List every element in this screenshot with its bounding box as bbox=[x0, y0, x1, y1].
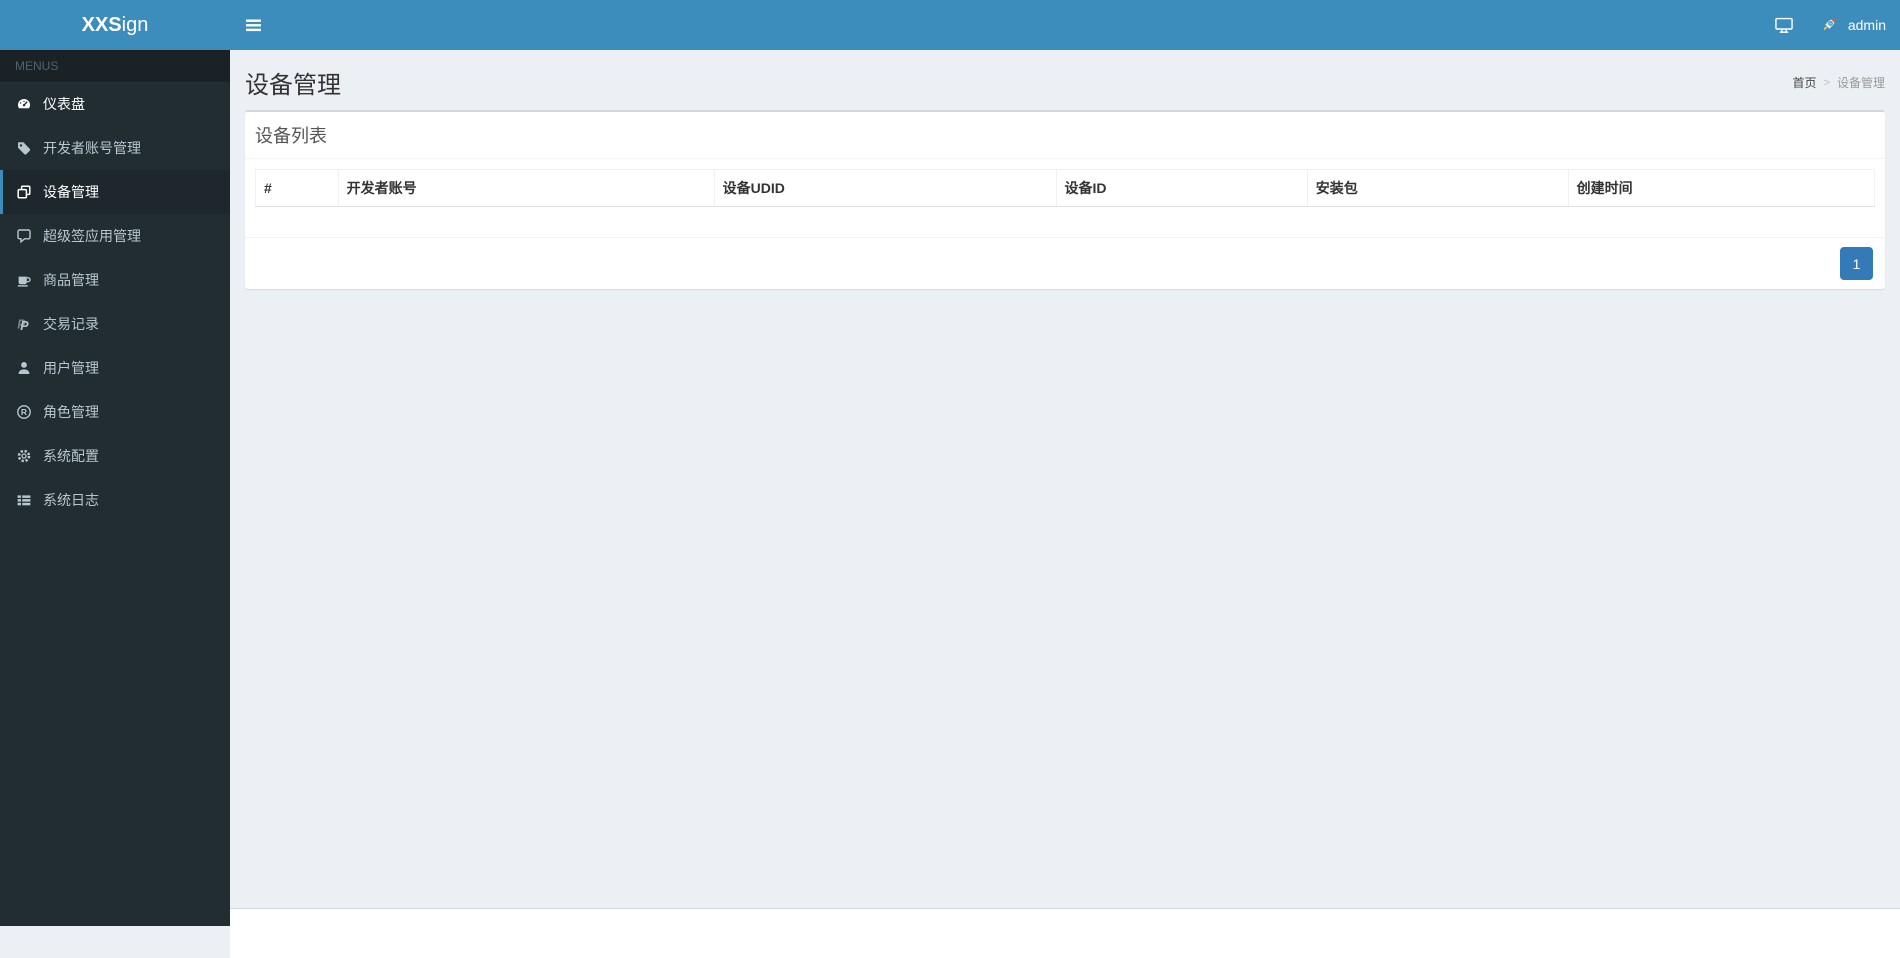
sidebar-item-label: 仪表盘 bbox=[43, 94, 85, 114]
app-logo-bold: XXS bbox=[82, 14, 122, 37]
hamburger-icon bbox=[244, 17, 262, 33]
table-header-row: # 开发者账号 设备UDID 设备ID 安装包 创建时间 bbox=[256, 170, 1875, 207]
page-1-button[interactable]: 1 bbox=[1840, 247, 1873, 280]
sidebar-item-label: 开发者账号管理 bbox=[43, 138, 141, 158]
sidebar-item-transactions[interactable]: PP 交易记录 bbox=[0, 302, 230, 346]
content-header: 设备管理 首页 > 设备管理 bbox=[230, 50, 1900, 108]
navbar-right: admin bbox=[1761, 0, 1900, 50]
column-header-device-udid: 设备UDID bbox=[714, 170, 1056, 207]
sidebar: MENUS 仪表盘 开发者账号管理 设备管理 超级签应用管理 bbox=[0, 50, 230, 926]
column-header-install-package: 安装包 bbox=[1307, 170, 1568, 207]
app-logo[interactable]: XXSign bbox=[0, 0, 230, 50]
sidebar-item-label: 超级签应用管理 bbox=[43, 226, 141, 246]
fullscreen-button[interactable] bbox=[1761, 0, 1807, 50]
sidebar-item-dashboard[interactable]: 仪表盘 bbox=[0, 82, 230, 126]
sidebar-item-system-config[interactable]: 系统配置 bbox=[0, 434, 230, 478]
svg-text:P: P bbox=[20, 319, 29, 332]
breadcrumb-current: 设备管理 bbox=[1837, 74, 1885, 91]
sidebar-menu: 仪表盘 开发者账号管理 设备管理 超级签应用管理 商品管理 PP bbox=[0, 82, 230, 522]
breadcrumb: 首页 > 设备管理 bbox=[1793, 74, 1885, 91]
device-table: # 开发者账号 设备UDID 设备ID 安装包 创建时间 bbox=[255, 169, 1875, 207]
app-logo-rest: ign bbox=[122, 14, 149, 37]
username-label: admin bbox=[1848, 17, 1886, 33]
sidebar-toggle-button[interactable] bbox=[230, 0, 276, 50]
sidebar-item-label: 设备管理 bbox=[43, 182, 99, 202]
navbar: admin bbox=[230, 0, 1900, 50]
page-footer bbox=[230, 908, 1900, 958]
device-table-head: # 开发者账号 设备UDID 设备ID 安装包 创建时间 bbox=[256, 170, 1875, 207]
sidebar-item-developer-accounts[interactable]: 开发者账号管理 bbox=[0, 126, 230, 170]
column-header-index: # bbox=[256, 170, 339, 207]
comment-icon bbox=[15, 228, 33, 244]
sidebar-item-label: 角色管理 bbox=[43, 402, 99, 422]
sidebar-item-system-logs[interactable]: 系统日志 bbox=[0, 478, 230, 522]
list-icon bbox=[15, 492, 33, 508]
sidebar-item-label: 交易记录 bbox=[43, 314, 99, 334]
column-header-created-time: 创建时间 bbox=[1568, 170, 1874, 207]
sidebar-item-products[interactable]: 商品管理 bbox=[0, 258, 230, 302]
breadcrumb-separator: > bbox=[1824, 77, 1830, 89]
gear-icon bbox=[15, 448, 33, 464]
sidebar-item-label: 系统日志 bbox=[43, 490, 99, 510]
page-title: 设备管理 bbox=[245, 65, 341, 100]
sidebar-item-label: 用户管理 bbox=[43, 358, 99, 378]
clone-icon bbox=[15, 184, 33, 200]
sidebar-item-users[interactable]: 用户管理 bbox=[0, 346, 230, 390]
device-list-card: 设备列表 # 开发者账号 设备UDID 设备ID 安装包 创建时间 1 bbox=[245, 110, 1885, 289]
avatar bbox=[1817, 14, 1840, 37]
column-header-device-id: 设备ID bbox=[1056, 170, 1307, 207]
registered-icon: R bbox=[15, 404, 33, 420]
sidebar-item-label: 商品管理 bbox=[43, 270, 99, 290]
breadcrumb-home-link[interactable]: 首页 bbox=[1793, 74, 1817, 91]
card-header: 设备列表 bbox=[245, 112, 1885, 159]
paypal-icon: PP bbox=[15, 316, 33, 332]
sidebar-item-roles[interactable]: R 角色管理 bbox=[0, 390, 230, 434]
user-menu[interactable]: admin bbox=[1807, 0, 1900, 50]
top-nav: XXSign bbox=[0, 0, 1900, 50]
content-wrapper: 设备管理 首页 > 设备管理 设备列表 # 开发者账号 设备UDID 设备ID … bbox=[230, 50, 1900, 908]
column-header-developer-account: 开发者账号 bbox=[338, 170, 714, 207]
tag-icon bbox=[15, 140, 33, 156]
card-footer: 1 bbox=[245, 237, 1885, 289]
coffee-icon bbox=[15, 272, 33, 288]
svg-text:R: R bbox=[21, 407, 27, 417]
sidebar-item-devices[interactable]: 设备管理 bbox=[0, 170, 230, 214]
monitor-icon bbox=[1775, 17, 1793, 33]
sidebar-item-label: 系统配置 bbox=[43, 446, 99, 466]
rocket-icon bbox=[1817, 14, 1840, 37]
user-icon bbox=[15, 360, 33, 376]
sidebar-section-header: MENUS bbox=[0, 50, 230, 82]
sidebar-item-supersign-apps[interactable]: 超级签应用管理 bbox=[0, 214, 230, 258]
card-title: 设备列表 bbox=[255, 122, 1875, 148]
card-body: # 开发者账号 设备UDID 设备ID 安装包 创建时间 bbox=[245, 159, 1885, 237]
tachometer-icon bbox=[15, 96, 33, 112]
